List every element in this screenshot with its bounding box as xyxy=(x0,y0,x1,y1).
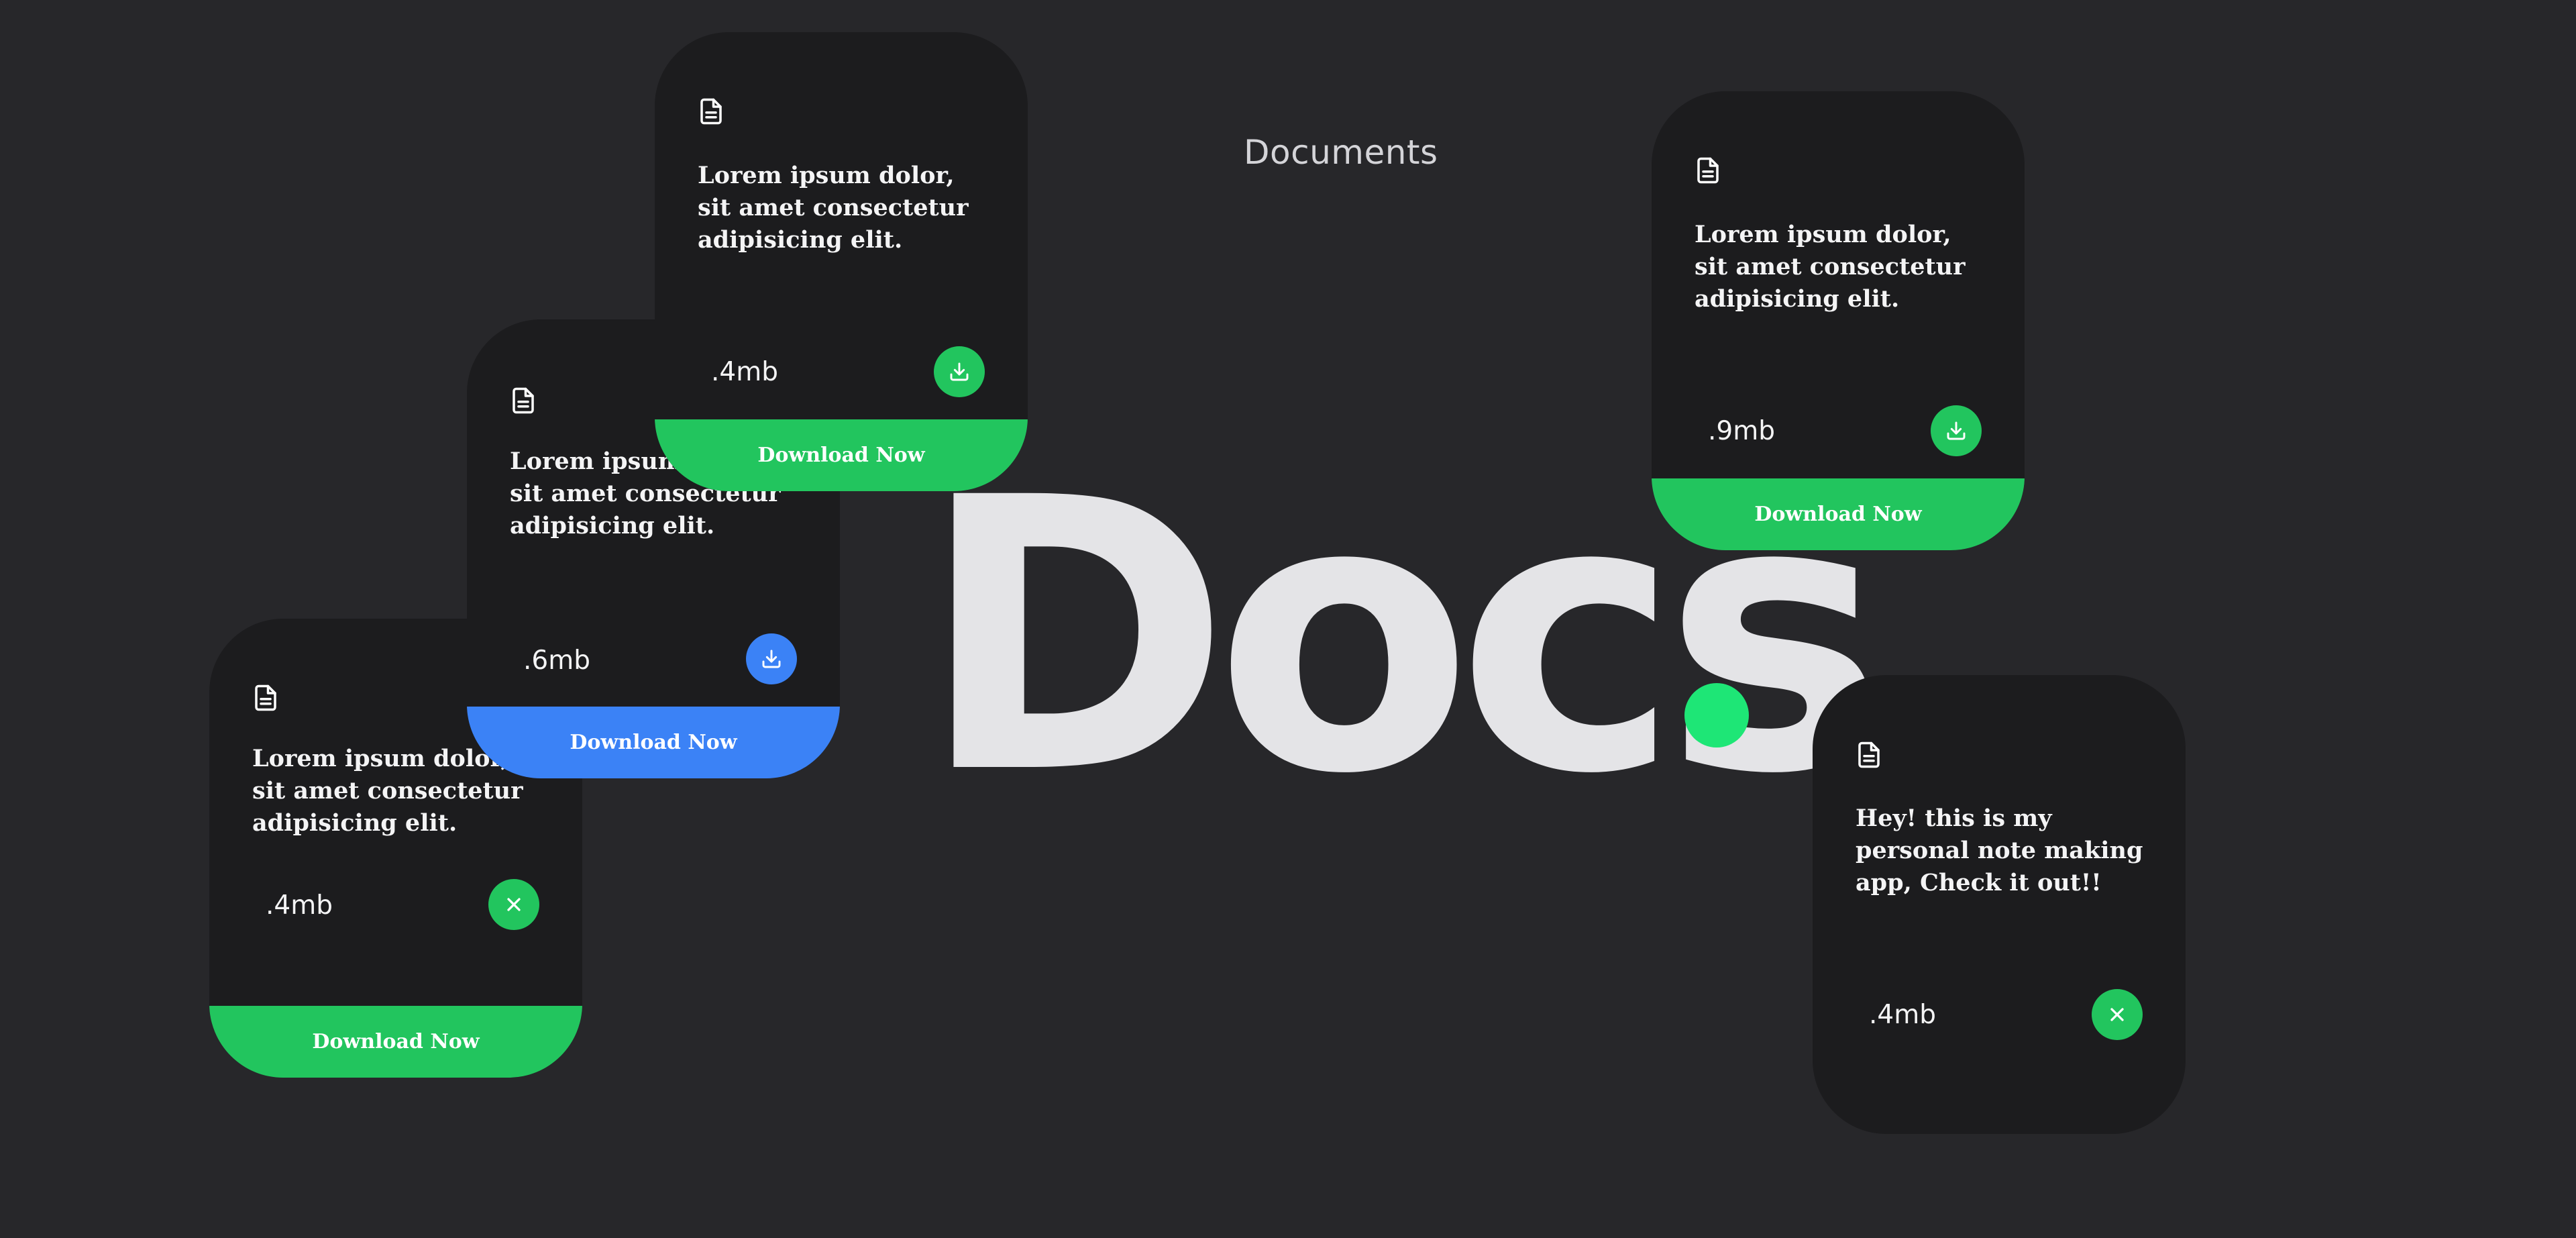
document-card-4: Lorem ipsum dolor, sit amet consectetur … xyxy=(1652,91,2025,550)
download-now-button[interactable]: Download Now xyxy=(1652,478,2025,550)
download-button[interactable] xyxy=(934,346,985,397)
document-icon xyxy=(1694,155,1722,186)
app-canvas: Documents Docs Lorem ipsum dolor, sit am… xyxy=(0,0,2576,1238)
document-card-3: Lorem ipsum dolor, sit amet consectetur … xyxy=(655,32,1028,491)
page-title: Documents xyxy=(1244,133,1438,172)
document-icon xyxy=(1855,739,1883,770)
document-icon xyxy=(697,96,725,127)
close-icon xyxy=(507,898,521,911)
file-size: .9mb xyxy=(1708,416,1775,446)
download-now-button[interactable]: Download Now xyxy=(655,419,1028,491)
file-size: .4mb xyxy=(1869,1000,1936,1030)
download-now-button[interactable]: Download Now xyxy=(467,707,840,778)
close-button[interactable] xyxy=(2092,989,2143,1040)
card-description: Lorem ipsum dolor, sit amet consectetur … xyxy=(1695,221,1966,313)
file-size: .4mb xyxy=(711,357,778,387)
file-size: .6mb xyxy=(523,646,590,676)
download-button[interactable] xyxy=(1931,405,1982,456)
card-description: Hey! this is my personal note making app… xyxy=(1856,805,2143,896)
close-button[interactable] xyxy=(488,879,539,930)
hero-dot-icon xyxy=(1684,683,1749,747)
document-icon xyxy=(509,385,537,416)
download-icon xyxy=(762,650,781,668)
document-icon xyxy=(252,682,280,713)
download-icon xyxy=(1947,421,1966,440)
download-icon xyxy=(950,362,969,381)
document-card-5: Hey! this is my personal note making app… xyxy=(1813,675,2186,1134)
download-now-button[interactable]: Download Now xyxy=(209,1006,582,1078)
close-icon xyxy=(2110,1008,2124,1021)
download-button[interactable] xyxy=(746,633,797,684)
card-description: Lorem ipsum dolor, sit amet consectetur … xyxy=(698,162,969,254)
file-size: .4mb xyxy=(266,890,333,921)
